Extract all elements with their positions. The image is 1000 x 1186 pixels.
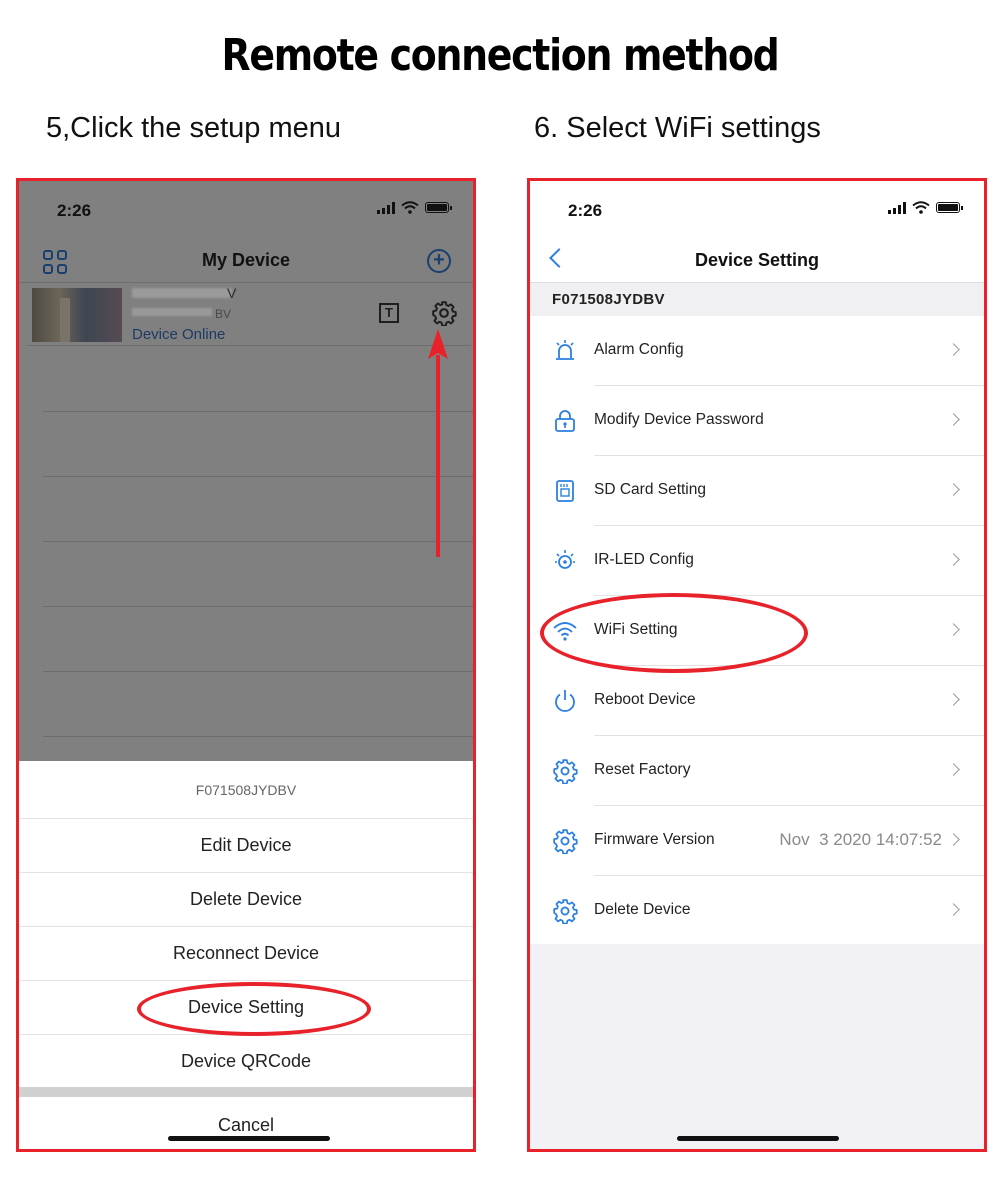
wifi-status-icon (401, 201, 419, 214)
sd-card-icon (556, 480, 574, 502)
modify-password-row[interactable]: Modify Device Password (530, 386, 984, 456)
gear-icon (553, 899, 578, 924)
power-icon (555, 690, 575, 712)
phone-screenshot-my-device: 2:26 My Device + V BV Device Online T F0… (16, 178, 476, 1152)
red-arrow-annotation (428, 329, 448, 557)
gear-icon (553, 759, 578, 784)
text-t-icon[interactable]: T (379, 303, 399, 323)
home-indicator (677, 1136, 839, 1141)
reset-factory-row[interactable]: Reset Factory (530, 736, 984, 806)
device-list-item[interactable]: V BV Device Online T (27, 284, 471, 346)
chevron-right-icon (947, 343, 960, 356)
row-label: Reset Factory (594, 761, 691, 778)
ir-led-icon (555, 550, 575, 569)
list-divider (43, 671, 473, 672)
cancel-button[interactable]: Cancel (19, 1097, 473, 1149)
chevron-right-icon (947, 553, 960, 566)
row-label: Reboot Device (594, 691, 696, 708)
chevron-right-icon (947, 693, 960, 706)
action-sheet: F071508JYDBV Edit Device Delete Device R… (19, 761, 473, 1149)
status-time: 2:26 (568, 201, 603, 220)
list-divider (43, 736, 473, 737)
delete-device-row[interactable]: Delete Device (530, 876, 984, 946)
reconnect-device-button[interactable]: Reconnect Device (19, 927, 473, 981)
red-circle-annotation (137, 982, 371, 1036)
status-bar: 2:26 (19, 181, 473, 239)
chevron-right-icon (947, 623, 960, 636)
blurred-device-name (132, 288, 232, 298)
step-5-caption: 5,Click the setup menu (46, 112, 341, 144)
device-status: Device Online (132, 326, 226, 343)
dimmed-background: 2:26 My Device + V BV Device Online T (19, 181, 473, 761)
row-label: Modify Device Password (594, 411, 764, 428)
nav-title: Device Setting (694, 250, 820, 270)
list-divider (43, 541, 473, 542)
row-label: Firmware Version (594, 831, 715, 848)
row-label: Delete Device (594, 901, 691, 918)
chevron-right-icon (947, 763, 960, 776)
step-6-caption: 6. Select WiFi settings (534, 112, 821, 144)
firmware-version-row[interactable]: Firmware Version Nov 3 2020 14:07:52 (530, 806, 984, 876)
delete-device-button[interactable]: Delete Device (19, 873, 473, 927)
signal-icon (888, 201, 906, 214)
edit-device-button[interactable]: Edit Device (19, 819, 473, 873)
list-divider (43, 476, 473, 477)
action-sheet-title: F071508JYDBV (19, 761, 473, 819)
row-label: SD Card Setting (594, 481, 706, 498)
list-divider (43, 606, 473, 607)
row-label: IR-LED Config (594, 551, 694, 568)
device-id-tail: BV (215, 307, 232, 321)
alarm-config-row[interactable]: Alarm Config (530, 316, 984, 386)
ir-led-config-row[interactable]: IR-LED Config (530, 526, 984, 596)
sd-card-setting-row[interactable]: SD Card Setting (530, 456, 984, 526)
battery-icon (936, 202, 963, 213)
gear-icon[interactable] (431, 300, 457, 326)
nav-title: My Device (201, 250, 291, 270)
chevron-right-icon (947, 483, 960, 496)
sheet-separator (19, 1087, 473, 1097)
signal-icon (377, 201, 395, 214)
device-qrcode-button[interactable]: Device QRCode (19, 1035, 473, 1089)
wifi-status-icon (912, 201, 930, 214)
status-time: 2:26 (57, 201, 92, 220)
status-bar: 2:26 (530, 181, 984, 239)
battery-icon (425, 202, 452, 213)
device-thumbnail[interactable] (32, 288, 122, 342)
gear-icon (553, 829, 578, 854)
red-circle-annotation (540, 593, 808, 673)
nav-bar: Device Setting (530, 239, 984, 283)
device-id-header: F071508JYDBV (530, 284, 984, 316)
chevron-right-icon (947, 903, 960, 916)
add-device-icon[interactable]: + (427, 249, 451, 273)
phone-screenshot-device-setting: 2:26 Device Setting F071508JYDBV Alarm C… (527, 178, 987, 1152)
list-divider (43, 411, 473, 412)
nav-bar: My Device + (19, 239, 473, 283)
alarm-icon (556, 340, 574, 360)
reboot-device-row[interactable]: Reboot Device (530, 666, 984, 736)
home-indicator (168, 1136, 330, 1141)
page-title: Remote connection method (221, 30, 780, 81)
device-name-tail: V (227, 285, 237, 301)
firmware-version-value: Nov 3 2020 14:07:52 (779, 830, 942, 849)
blurred-device-id (132, 308, 212, 316)
row-label: Alarm Config (594, 341, 684, 358)
chevron-right-icon (947, 833, 960, 846)
lock-icon (555, 410, 575, 432)
chevron-right-icon (947, 413, 960, 426)
